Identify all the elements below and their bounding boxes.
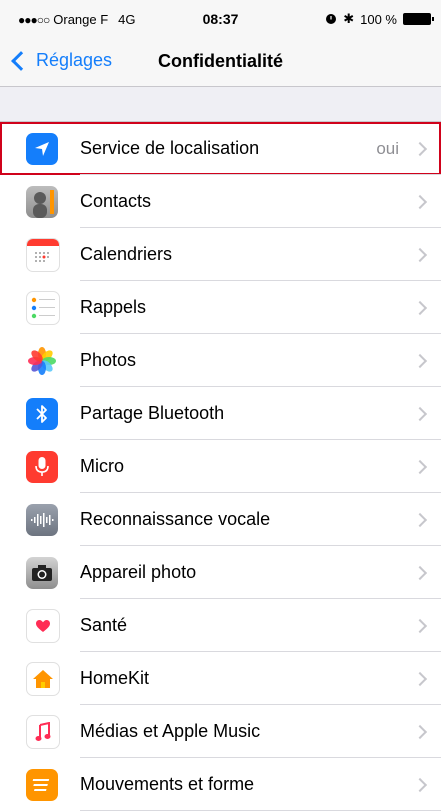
list-item-microphone[interactable]: Micro xyxy=(0,440,441,493)
list-item-location-services[interactable]: Service de localisation oui xyxy=(0,122,441,175)
chevron-right-icon xyxy=(412,618,428,633)
chevron-right-icon xyxy=(412,671,428,686)
list-item-label: Contacts xyxy=(80,191,152,211)
camera-icon xyxy=(26,556,58,589)
battery-icon xyxy=(403,13,434,25)
alarm-icon xyxy=(326,14,337,24)
chevron-right-icon xyxy=(412,247,428,262)
chevron-right-icon xyxy=(412,353,428,368)
reminders-icon xyxy=(26,290,60,325)
motion-icon xyxy=(26,768,58,801)
list-item-label: Mouvements et forme xyxy=(80,774,255,794)
page-title: Confidentialité xyxy=(158,51,283,71)
home-icon xyxy=(26,661,60,696)
list-item-label: Micro xyxy=(80,456,124,476)
list-item-bluetooth-sharing[interactable]: Partage Bluetooth xyxy=(0,387,441,440)
contacts-icon xyxy=(26,185,58,218)
list-item-label: Partage Bluetooth xyxy=(80,403,225,423)
list-item-label: Appareil photo xyxy=(80,562,197,582)
chevron-right-icon xyxy=(412,194,428,209)
battery-percent: 100 % xyxy=(360,11,397,27)
voice-waveform-icon xyxy=(26,503,58,536)
chevron-right-icon xyxy=(412,141,428,156)
calendar-icon xyxy=(26,237,60,272)
list-item-photos[interactable]: Photos xyxy=(0,334,441,387)
list-item-health[interactable]: Santé xyxy=(0,599,441,652)
list-item-label: Reconnaissance vocale xyxy=(80,509,271,529)
list-item-label: HomeKit xyxy=(80,668,150,688)
list-item-label: Calendriers xyxy=(80,244,173,264)
list-item-calendars[interactable]: Calendriers xyxy=(0,228,441,281)
chevron-right-icon xyxy=(412,565,428,580)
location-arrow-icon xyxy=(26,132,58,165)
chevron-right-icon xyxy=(412,300,428,315)
bluetooth-status-icon: ✱ xyxy=(343,11,355,26)
chevron-right-icon xyxy=(412,459,428,474)
list-item-homekit[interactable]: HomeKit xyxy=(0,652,441,705)
list-item-speech-recognition[interactable]: Reconnaissance vocale xyxy=(0,493,441,546)
health-heart-icon xyxy=(26,608,60,643)
list-item-motion-fitness[interactable]: Mouvements et forme xyxy=(0,758,441,811)
chevron-right-icon xyxy=(412,512,428,527)
chevron-right-icon xyxy=(412,406,428,421)
list-item-reminders[interactable]: Rappels xyxy=(0,281,441,334)
list-item-camera[interactable]: Appareil photo xyxy=(0,546,441,599)
navigation-bar: Réglages Confidentialité xyxy=(0,40,441,87)
status-bar: ●●●○○ Orange F 4G 08:37 ✱ 100 % xyxy=(0,0,441,40)
list-item-label: Rappels xyxy=(80,297,147,317)
chevron-right-icon xyxy=(412,724,428,739)
privacy-list: Service de localisation oui Contacts Cal… xyxy=(0,121,441,811)
list-item-label: Médias et Apple Music xyxy=(80,721,261,741)
bluetooth-icon xyxy=(26,397,58,430)
photos-icon xyxy=(26,344,58,377)
list-item-label: Photos xyxy=(80,350,137,370)
list-item-contacts[interactable]: Contacts xyxy=(0,175,441,228)
list-item-label: Santé xyxy=(80,615,128,635)
list-item-media-music[interactable]: Médias et Apple Music xyxy=(0,705,441,758)
music-note-icon xyxy=(26,714,60,749)
status-right: ✱ 100 % xyxy=(325,11,434,27)
list-item-value: oui xyxy=(376,138,399,158)
list-item-label: Service de localisation xyxy=(80,138,260,158)
chevron-right-icon xyxy=(412,777,428,792)
microphone-icon xyxy=(26,450,58,483)
